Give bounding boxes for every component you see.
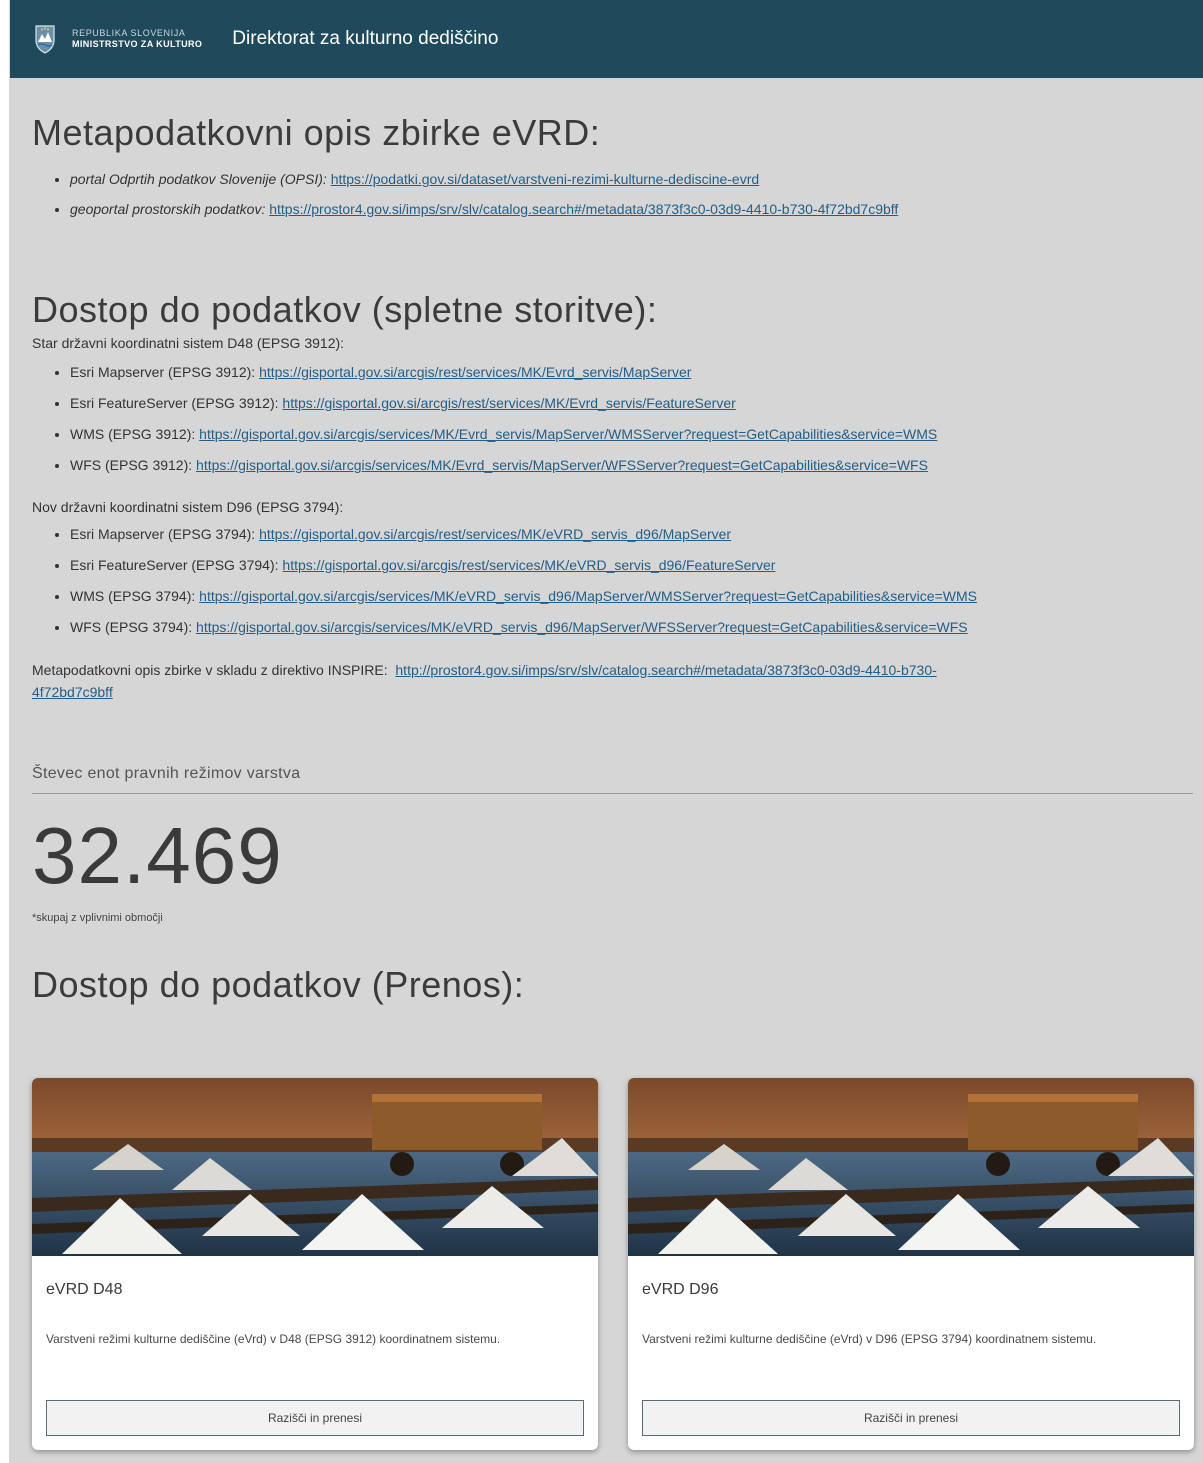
inspire-link-continuation[interactable]: 4f72bd7c9bff <box>32 684 113 700</box>
list-item: Esri FeatureServer (EPSG 3794): https://… <box>70 550 1193 581</box>
card-description: Varstveni režimi kulturne dediščine (eVr… <box>642 1332 1097 1346</box>
service-label: Esri FeatureServer (EPSG 3794): <box>70 557 279 573</box>
salt-pans-photo-icon[interactable] <box>32 1078 598 1256</box>
d96-subheading: Nov državni koordinatni sistem D96 (EPSG… <box>32 499 344 515</box>
list-item: WFS (EPSG 3912): https://gisportal.gov.s… <box>70 450 1193 481</box>
window-edge <box>0 0 9 1463</box>
inspire-link[interactable]: http://prostor4.gov.si/imps/srv/slv/cata… <box>395 662 936 678</box>
d48-subheading: Star državni koordinatni sistem D48 (EPS… <box>32 335 345 351</box>
card-description: Varstveni režimi kulturne dediščine (eVr… <box>46 1332 501 1346</box>
card-title: eVRD D96 <box>642 1281 719 1298</box>
d48-featureserver-link[interactable]: https://gisportal.gov.si/arcgis/rest/ser… <box>282 395 735 411</box>
counter-divider <box>32 793 1193 794</box>
counter-widget: Števec enot pravnih režimov varstva 32.4… <box>32 765 1193 924</box>
slovenia-crest-icon <box>35 25 55 54</box>
salt-pans-photo-icon[interactable] <box>628 1078 1194 1256</box>
list-item: Esri Mapserver (EPSG 3912): https://gisp… <box>70 357 1193 388</box>
opsi-link[interactable]: https://podatki.gov.si/dataset/varstveni… <box>331 171 759 187</box>
service-label: WFS (EPSG 3912): <box>70 457 193 473</box>
main-content: Metapodatkovni opis zbirke eVRD: portal … <box>10 112 1203 1006</box>
d96-wms-link[interactable]: https://gisportal.gov.si/arcgis/services… <box>199 588 977 604</box>
opsi-label: portal Odprtih podatkov Slovenije (OPSI)… <box>70 171 327 187</box>
list-item: portal Odprtih podatkov Slovenije (OPSI)… <box>70 164 1193 194</box>
d96-wfs-link[interactable]: https://gisportal.gov.si/arcgis/services… <box>196 619 968 635</box>
service-label: WFS (EPSG 3794): <box>70 619 193 635</box>
card-evrd-d48[interactable]: eVRD D48 Varstveni režimi kulturne dediš… <box>32 1078 598 1450</box>
explore-download-button[interactable]: Razišči in prenesi <box>46 1400 584 1436</box>
services-heading: Dostop do podatkov (spletne storitve): <box>32 289 658 330</box>
metadata-heading: Metapodatkovni opis zbirke eVRD: <box>32 112 601 153</box>
top-header: REPUBLIKA SLOVENIJA MINISTRSTVO ZA KULTU… <box>10 0 1203 78</box>
counter-note: *skupaj z vplivnimi območji <box>32 912 163 924</box>
list-item: WFS (EPSG 3794): https://gisportal.gov.s… <box>70 612 1193 643</box>
service-label: Esri Mapserver (EPSG 3912): <box>70 364 256 380</box>
metadata-list: portal Odprtih podatkov Slovenije (OPSI)… <box>32 164 1193 224</box>
d96-service-list: Esri Mapserver (EPSG 3794): https://gisp… <box>32 519 1193 643</box>
card-title: eVRD D48 <box>46 1281 123 1298</box>
d48-wfs-link[interactable]: https://gisportal.gov.si/arcgis/services… <box>196 457 928 473</box>
card-evrd-d96[interactable]: eVRD D96 Varstveni režimi kulturne dediš… <box>628 1078 1194 1450</box>
service-label: Esri FeatureServer (EPSG 3912): <box>70 395 279 411</box>
header-title[interactable]: Direktorat za kulturno dediščino <box>232 28 498 50</box>
d48-service-list: Esri Mapserver (EPSG 3912): https://gisp… <box>32 357 1193 481</box>
service-label: WMS (EPSG 3912): <box>70 426 196 442</box>
list-item: Esri Mapserver (EPSG 3794): https://gisp… <box>70 519 1193 550</box>
d48-mapserver-link[interactable]: https://gisportal.gov.si/arcgis/rest/ser… <box>259 364 691 380</box>
logo-text: REPUBLIKA SLOVENIJA MINISTRSTVO ZA KULTU… <box>72 28 202 50</box>
logo-line-ministry: MINISTRSTVO ZA KULTURO <box>72 39 203 49</box>
d48-wms-link[interactable]: https://gisportal.gov.si/arcgis/services… <box>199 426 937 442</box>
list-item: Esri FeatureServer (EPSG 3912): https://… <box>70 388 1193 419</box>
inspire-label: Metapodatkovni opis zbirke v skladu z di… <box>32 662 388 678</box>
download-cards: eVRD D48 Varstveni režimi kulturne dediš… <box>32 1078 1203 1450</box>
logo-line-republic: REPUBLIKA SLOVENIJA <box>72 28 186 38</box>
list-item: WMS (EPSG 3912): https://gisportal.gov.s… <box>70 419 1193 450</box>
geoportal-link[interactable]: https://prostor4.gov.si/imps/srv/slv/cat… <box>269 201 898 217</box>
list-item: WMS (EPSG 3794): https://gisportal.gov.s… <box>70 581 1193 612</box>
geoportal-label: geoportal prostorskih podatkov: <box>70 201 266 217</box>
ministry-logo[interactable]: REPUBLIKA SLOVENIJA MINISTRSTVO ZA KULTU… <box>34 24 202 54</box>
explore-download-button[interactable]: Razišči in prenesi <box>642 1400 1180 1436</box>
inspire-block: Metapodatkovni opis zbirke v skladu z di… <box>32 659 1193 703</box>
download-heading: Dostop do podatkov (Prenos): <box>32 964 525 1005</box>
page: REPUBLIKA SLOVENIJA MINISTRSTVO ZA KULTU… <box>10 0 1203 1463</box>
counter-value: 32.469 <box>32 811 283 900</box>
d96-mapserver-link[interactable]: https://gisportal.gov.si/arcgis/rest/ser… <box>259 526 731 542</box>
d96-featureserver-link[interactable]: https://gisportal.gov.si/arcgis/rest/ser… <box>282 557 775 573</box>
service-label: Esri Mapserver (EPSG 3794): <box>70 526 256 542</box>
service-label: WMS (EPSG 3794): <box>70 588 196 604</box>
list-item: geoportal prostorskih podatkov: https://… <box>70 194 1193 224</box>
counter-title: Števec enot pravnih režimov varstva <box>32 765 301 782</box>
